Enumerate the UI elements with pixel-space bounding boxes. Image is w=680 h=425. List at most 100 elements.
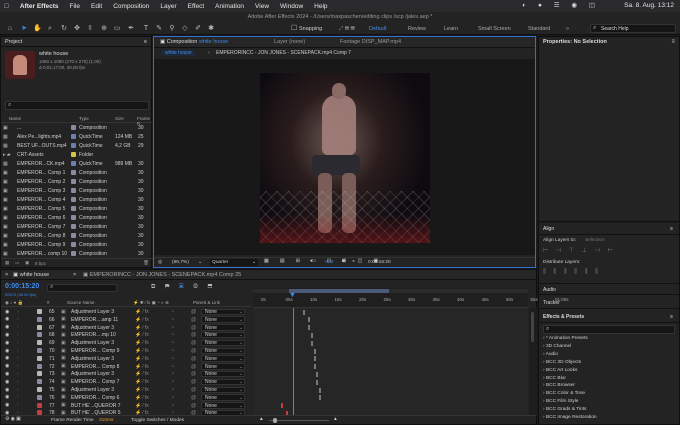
visibility-eye-icon[interactable]: ◉ [5,332,9,338]
effect-category[interactable]: › BCC Grads & Tints [543,407,586,415]
stamp-tool-icon[interactable]: ⚲ [168,25,176,33]
layer-mode-icon[interactable]: ◔ [171,348,174,354]
audio-header[interactable]: Audio [539,283,679,295]
effect-category[interactable]: › BCC Art Looks [543,368,577,376]
layer-keyframe-marker[interactable] [280,403,283,409]
project-item[interactable]: ▣ EMPEROR... Comp 9 Composition 30 [1,241,153,250]
layer-switches[interactable]: ⚡ ⁄ fx [135,325,149,331]
layer-switches[interactable]: ⚡ ⁄ fx [135,395,149,401]
snapping-options-icon[interactable]: ⤢ ▤ ▦ [339,26,355,33]
layer-name[interactable]: Adjustment Layer 3 [71,356,114,362]
visibility-eye-icon[interactable]: ◉ [5,379,9,385]
camera-icon[interactable]: ◙ [342,259,345,264]
layer-label-swatch[interactable] [37,402,42,408]
track-area[interactable] [253,308,528,416]
zoom-dropdown[interactable]: (66,7%) [172,260,189,265]
timeline-switch-icons[interactable]: ⧉ ⚑ ▣ ◍ ⬒ [151,284,216,291]
orbit-tool-icon[interactable]: ↻ [60,25,68,33]
workspace-standard[interactable]: Standard [528,26,550,32]
project-item[interactable]: ▣ EMPEROR... Comp 7 Composition 30 [1,223,153,232]
effect-category[interactable]: › Audio [543,352,558,360]
workspace-small-screen[interactable]: Small Screen [478,26,511,32]
timeline-layer-row[interactable]: ◉ › 71 ▣ Adjustment Layer 3 ⚡ ⁄ fx ◔ @ None ⌄ [1,355,251,363]
layer-label-swatch[interactable] [37,371,42,377]
disclosure-arrow-icon[interactable]: › [17,394,19,400]
pickwhip-icon[interactable]: @ [191,356,196,362]
project-item[interactable]: ▣ EMPEROR... Comp 5 Composition 30 [1,205,153,214]
pickwhip-icon[interactable]: @ [191,348,196,354]
timeline-layer-row[interactable]: ◉ › 67 ▣ Adjustment Layer 3 ⚡ ⁄ fx ◔ @ None ⌄ [1,324,251,332]
pickwhip-icon[interactable]: @ [191,325,196,331]
layer-switches[interactable]: ⚡ ⁄ fx [135,340,149,346]
breadcrumb-root[interactable]: white house [162,50,195,56]
menu-layer[interactable]: Layer [160,3,176,10]
layer-mode-icon[interactable]: ◔ [171,395,174,401]
properties-title[interactable]: Properties: No Selection [539,37,679,47]
workspace-more-icon[interactable]: » [566,26,569,32]
layer-keyframe-marker[interactable] [310,340,313,346]
menu-file[interactable]: File [70,3,80,10]
timeline-layer-row[interactable]: ◉ › 72 ▣ EMPEROR... Comp 8 ⚡ ⁄ fx ◔ @ None ⌄ [1,363,251,371]
project-item[interactable]: ▣ EMPEROR... Comp 8 Composition 30 [1,232,153,241]
pickwhip-icon[interactable]: @ [191,371,196,377]
layer-name[interactable]: BUT HE'...QUEROR 7 [71,403,120,409]
type-tool-icon[interactable]: T [142,25,150,33]
visibility-eye-icon[interactable]: ◉ [5,402,9,408]
visibility-eye-icon[interactable]: ◉ [5,324,9,330]
playhead[interactable] [293,308,294,416]
app-menu[interactable]: After Effects [20,3,59,10]
tab-close-icon[interactable]: × [73,272,76,278]
layer-label-swatch[interactable] [37,387,42,392]
disclosure-arrow-icon[interactable]: › [17,363,19,369]
layer-name[interactable]: Adjustment Layer 3 [71,340,114,346]
layer-mode-icon[interactable]: ◔ [171,364,174,370]
project-item[interactable]: ▣ EMPEROR... Comp 3 Composition 30 [1,187,153,196]
label-color-swatch[interactable] [71,242,76,247]
workspace-learn[interactable]: Learn [444,26,458,32]
layer-switches[interactable]: ⚡ ⁄ fx [135,317,149,323]
interpret-icon[interactable]: ▦ [5,260,9,266]
project-search-input[interactable]: ⌕ [5,101,149,110]
effects-header[interactable]: Effects & Presets ≡ [539,311,679,323]
work-area-range[interactable] [289,289,389,293]
panel-menu-icon[interactable]: ≡ [671,39,675,45]
layer-name[interactable]: EMPEROR... Comp 6 [71,395,119,401]
effect-category[interactable]: › 3D Channel [543,344,571,352]
menu-composition[interactable]: Composition [113,3,149,10]
layer-label-swatch[interactable] [37,324,42,330]
timeline-layer-row[interactable]: ◉ › 70 ▣ EMPEROR... Comp 9 ⚡ ⁄ fx ◔ @ None ⌄ [1,347,251,355]
label-color-swatch[interactable] [71,134,76,139]
workspace-review[interactable]: Review [408,26,426,32]
timeline-layer-row[interactable]: ◉ › 73 ▣ Adjustment Layer 3 ⚡ ⁄ fx ◔ @ None ⌄ [1,370,251,378]
search-help-field[interactable]: ⌕ Search Help [590,24,676,33]
tab-white-house[interactable]: ▣ white house [13,272,49,278]
snapping-checkbox-icon[interactable]: ☐ [290,25,298,33]
pickwhip-icon[interactable]: @ [191,403,196,409]
tab-emperor-comp[interactable]: ▣ EMPERORINCC - JON JONES - SCENEPACK.mp… [83,272,241,278]
disclosure-arrow-icon[interactable]: › [17,355,19,361]
layer-switches[interactable]: ⚡ ⁄ fx [135,379,149,385]
layer-name[interactable]: EMPEROR....amp 11 [71,317,118,323]
disclosure-arrow-icon[interactable]: › [17,316,19,322]
resolution-dropdown[interactable]: Quarter ⌄ [210,259,258,266]
disclosure-arrow-icon[interactable]: › [17,324,19,330]
snapping-label[interactable]: Snapping [299,26,322,32]
layer-label-swatch[interactable] [37,309,42,314]
layer-switches[interactable]: ⚡ ⁄ fx [135,403,149,409]
menu-window[interactable]: Window [280,3,303,10]
selection-tool-icon[interactable]: ➤ [20,25,28,33]
visibility-eye-icon[interactable]: ◉ [5,348,9,354]
project-item[interactable]: ▣ EMPEROR... Comp 1 Composition 30 [1,169,153,178]
viewer-timecode[interactable]: 0:00:15:20 [368,260,391,265]
pan-tool-icon[interactable]: ✥ [73,25,81,33]
layer-mode-icon[interactable]: ◔ [171,309,174,315]
timeline-layer-row[interactable]: ◉ › 69 ▣ Adjustment Layer 3 ⚡ ⁄ fx ◔ @ None ⌄ [1,339,251,347]
visibility-eye-icon[interactable]: ◉ [5,394,9,400]
layer-keyframe-marker[interactable] [302,309,305,315]
label-color-swatch[interactable] [71,215,76,220]
layer-mode-icon[interactable]: ◔ [171,340,174,346]
apple-icon[interactable]:  [4,3,9,10]
layer-switches[interactable]: ⚡ ⁄ fx [135,332,149,338]
pickwhip-icon[interactable]: @ [191,309,196,315]
layer-label-swatch[interactable] [37,363,42,369]
